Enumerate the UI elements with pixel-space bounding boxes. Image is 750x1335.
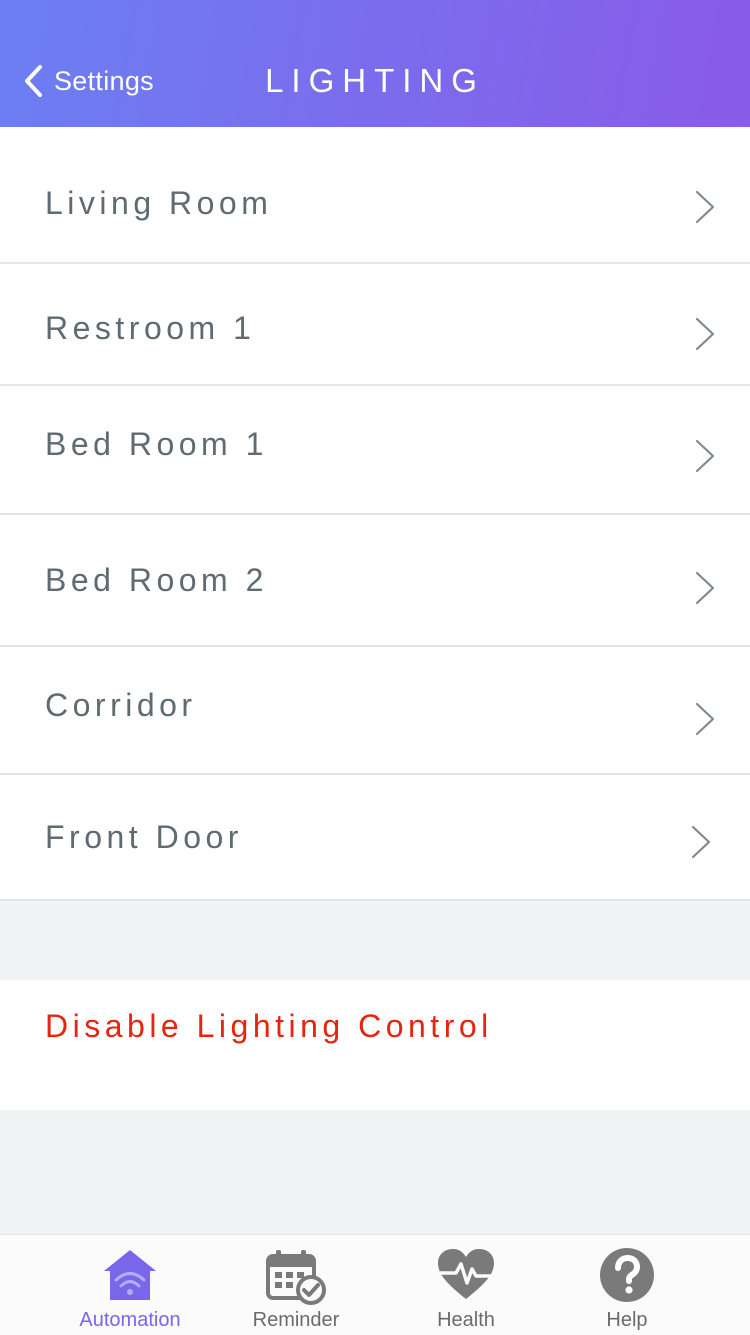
tab-reminder[interactable]: Reminder (216, 1235, 376, 1335)
room-label: Living Room (45, 185, 273, 221)
room-row-front-door[interactable]: Front Door (0, 775, 750, 901)
chevron-right-icon (695, 317, 715, 351)
chevron-right-icon (695, 702, 715, 736)
tab-health[interactable]: Health (386, 1235, 546, 1335)
room-row-bed-room-1[interactable]: Bed Room 1 (0, 386, 750, 515)
tab-bar: Automation Reminder Health Help (0, 1234, 750, 1335)
tab-label: Health (437, 1309, 495, 1331)
calendar-check-icon (266, 1250, 326, 1305)
tab-label: Help (606, 1309, 648, 1331)
room-row-living-room[interactable]: Living Room (0, 127, 750, 264)
disable-lighting-section: Disable Lighting Control (0, 980, 750, 1110)
room-label: Restroom 1 (45, 310, 256, 346)
help-icon (600, 1248, 654, 1302)
nav-header: Settings LIGHTING (0, 0, 750, 127)
room-label: Bed Room 1 (45, 426, 268, 462)
chevron-right-icon (695, 439, 715, 473)
page-title: LIGHTING (265, 62, 485, 99)
room-label: Corridor (45, 687, 197, 723)
room-row-bed-room-2[interactable]: Bed Room 2 (0, 515, 750, 647)
room-list: Living Room Restroom 1 Bed Room 1 Bed Ro… (0, 127, 750, 901)
tab-label: Automation (79, 1309, 181, 1331)
tab-help[interactable]: Help (547, 1235, 707, 1335)
chevron-right-icon (695, 571, 715, 605)
room-row-restroom-1[interactable]: Restroom 1 (0, 264, 750, 386)
tab-automation[interactable]: Automation (50, 1235, 210, 1335)
chevron-right-icon (695, 190, 715, 224)
disable-lighting-button[interactable]: Disable Lighting Control (45, 1008, 493, 1045)
room-label: Front Door (45, 819, 243, 855)
chevron-right-icon (691, 825, 711, 859)
room-label: Bed Room 2 (45, 562, 268, 598)
heart-pulse-icon (438, 1249, 494, 1299)
home-wifi-icon (104, 1250, 156, 1300)
room-row-corridor[interactable]: Corridor (0, 647, 750, 775)
tab-label: Reminder (252, 1309, 340, 1331)
